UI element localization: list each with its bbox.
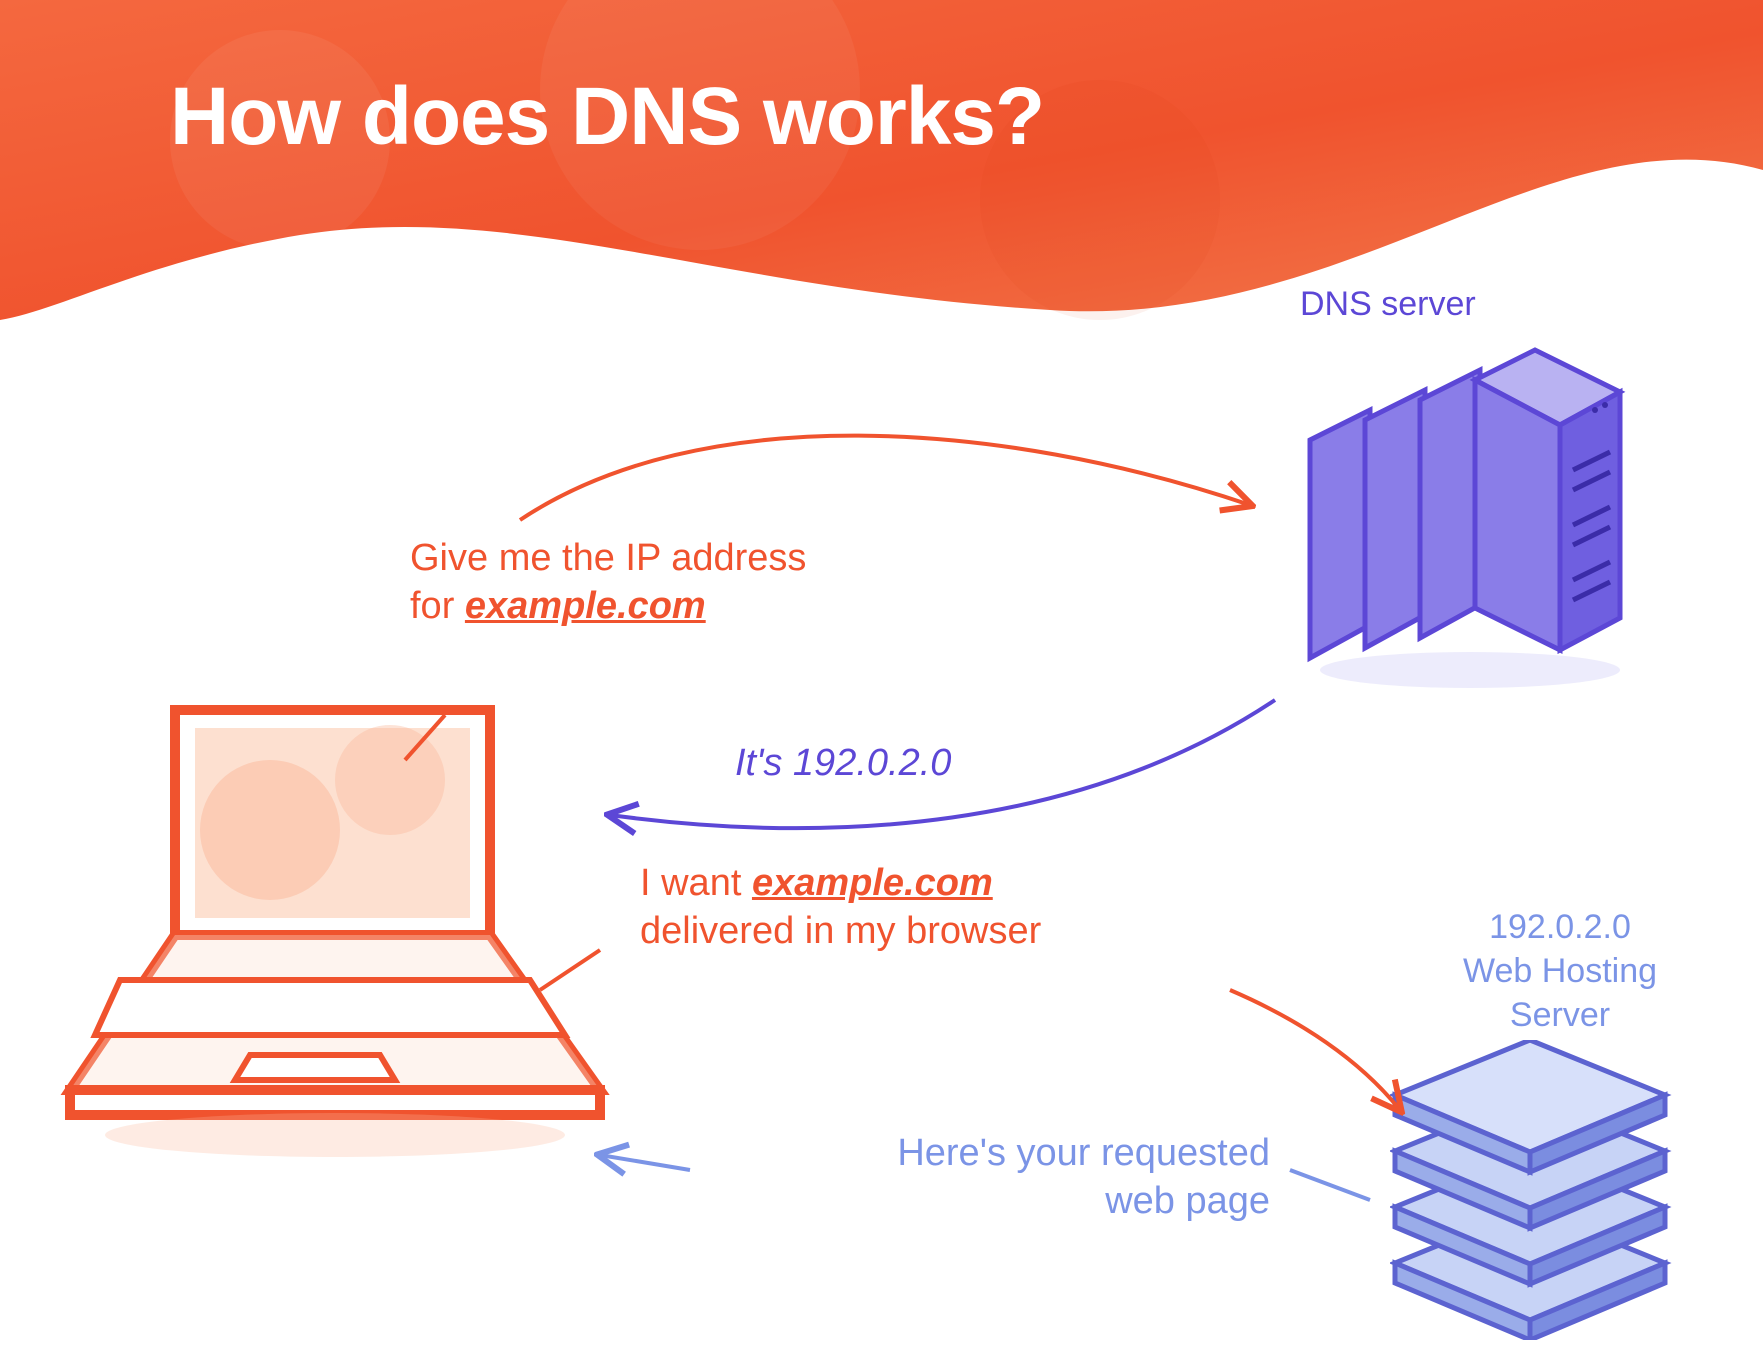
request-dns-line2-prefix: for — [410, 585, 465, 627]
step-response-dns: It's 192.0.2.0 — [735, 740, 951, 788]
header-band — [0, 0, 1763, 340]
web-hosting-server-label: 192.0.2.0 Web Hosting Server — [1430, 905, 1690, 1038]
arrow-tick-blue-right — [1290, 1170, 1370, 1200]
arrow-laptop-to-dns — [520, 436, 1250, 520]
laptop-icon — [60, 680, 610, 1200]
dns-server-label: DNS server — [1300, 285, 1476, 324]
step-request-web: I want example.com delivered in my brows… — [640, 860, 1200, 955]
web-hosting-server-icon — [1390, 1040, 1690, 1340]
dns-server-icon — [1280, 335, 1650, 705]
arrow-laptop-to-web — [1230, 990, 1400, 1110]
step-request-dns: Give me the IP address for example.com — [410, 535, 990, 630]
arrow-web-to-laptop — [600, 1155, 690, 1170]
request-web-line2: delivered in my browser — [640, 910, 1041, 952]
response-web-line2: web page — [1105, 1180, 1270, 1222]
page-title: How does DNS works? — [170, 70, 1044, 164]
request-dns-line1: Give me the IP address — [410, 537, 806, 579]
response-web-line1: Here's your requested — [897, 1132, 1270, 1174]
web-server-ip: 192.0.2.0 — [1489, 908, 1631, 946]
request-web-domain: example.com — [752, 862, 993, 904]
request-dns-domain: example.com — [465, 585, 706, 627]
web-server-line2: Web Hosting — [1463, 952, 1657, 990]
step-response-web: Here's your requested web page — [710, 1130, 1270, 1225]
web-server-line3: Server — [1510, 996, 1610, 1034]
request-web-line1-prefix: I want — [640, 862, 752, 904]
diagram-canvas: How does DNS works? DNS server 192.0.2.0… — [0, 0, 1763, 1362]
